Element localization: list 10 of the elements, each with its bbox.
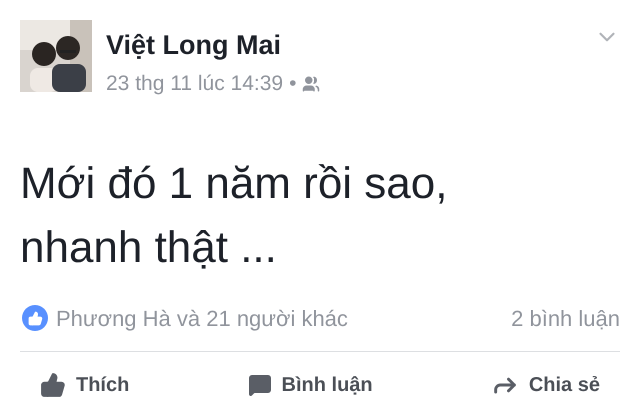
thumbs-up-icon <box>40 372 66 398</box>
post-text: Mới đó 1 năm rồi sao, nhanh thật ... <box>20 158 448 274</box>
share-button[interactable]: Chia sẻ <box>490 370 600 400</box>
like-badge-icon <box>22 305 48 331</box>
comment-button[interactable]: Bình luận <box>248 370 373 400</box>
friends-icon <box>302 74 320 93</box>
author-name[interactable]: Việt Long Mai <box>106 28 594 62</box>
like-button[interactable]: Thích <box>40 370 130 400</box>
separator: • <box>289 71 296 97</box>
speech-bubble-icon <box>248 372 272 396</box>
